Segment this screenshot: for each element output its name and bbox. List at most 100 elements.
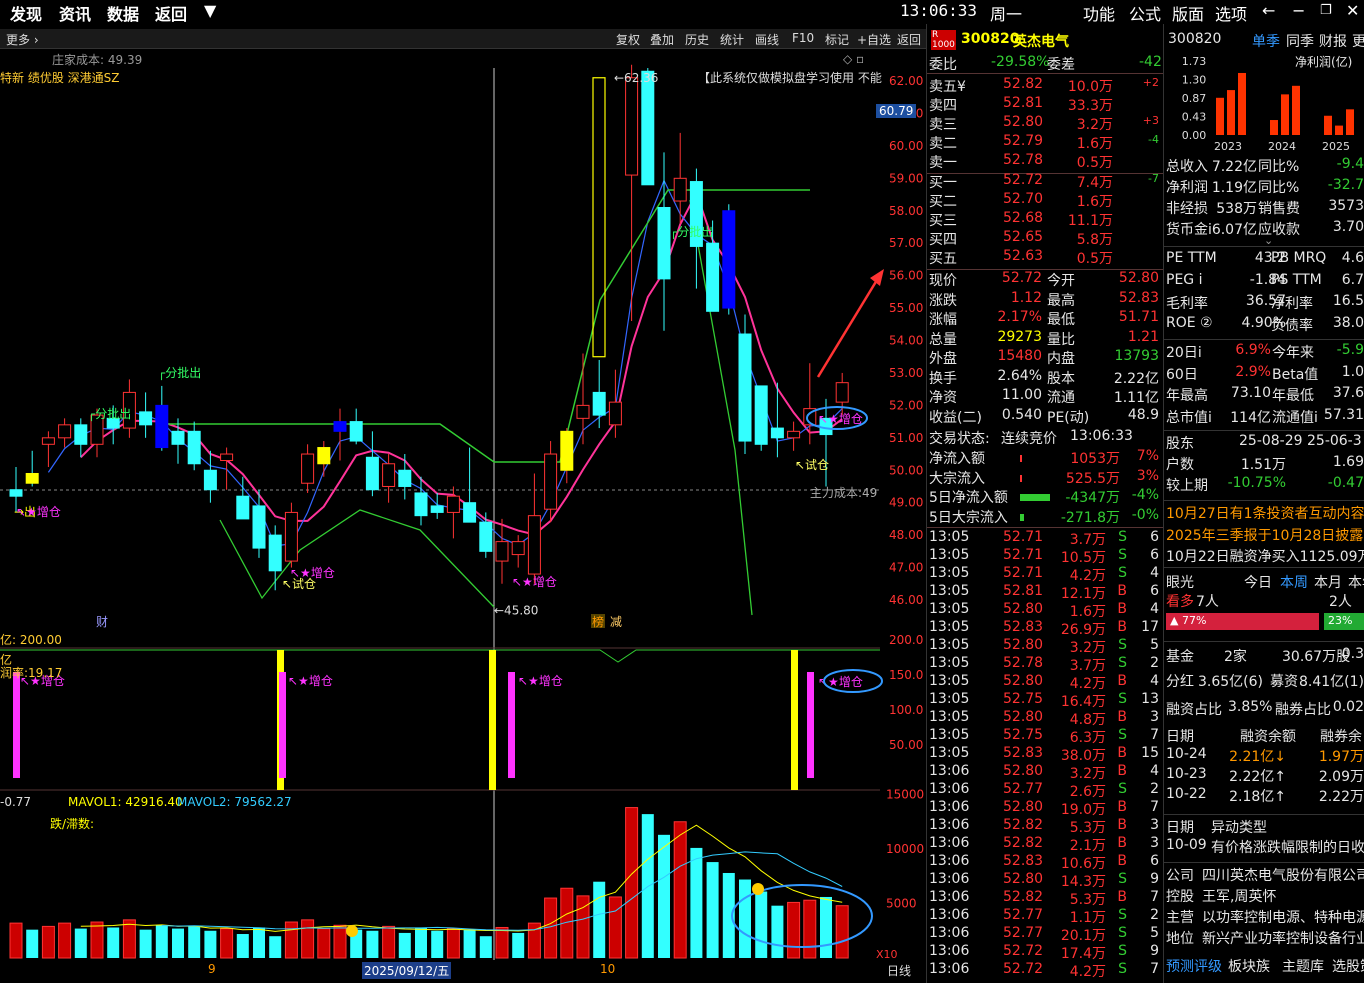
volume-bar — [26, 929, 39, 958]
volume-bar — [820, 896, 832, 958]
menu-faxian[interactable]: 发现 — [10, 1, 42, 25]
restore-icon[interactable]: ❐ — [1320, 3, 1332, 18]
candle-body — [41, 437, 55, 445]
bull-pct: ▲ 77% — [1170, 614, 1207, 627]
stat-row: 收益(二) 0.540 PE(动) 48.9 — [929, 406, 1159, 426]
more-button[interactable]: 更多 › — [6, 31, 39, 48]
dropdown-arrow-icon[interactable]: ▼ — [204, 1, 216, 20]
profit-y-tick: 0.43 — [1182, 111, 1207, 124]
tongji-button[interactable]: 统计 — [720, 31, 744, 48]
minimize-icon[interactable]: − — [1292, 1, 1305, 20]
indicator-bar-magenta — [508, 672, 515, 778]
period-label[interactable]: 日线 — [887, 962, 911, 979]
volume-bar — [593, 881, 606, 958]
stock-tags: 特新 绩优股 深港通SZ — [0, 71, 120, 85]
menu-banmian[interactable]: 版面 — [1172, 1, 1204, 25]
menu-shuju[interactable]: 数据 — [107, 1, 139, 25]
tick-row: 13:05 52.71 10.5万 S 6 — [929, 547, 1159, 566]
kline-chart[interactable]: 62.0061.0060.0059.0058.0057.0056.0055.00… — [0, 50, 926, 983]
valuation-row: PEG i -1.84 PS TTM 6.7 — [1166, 271, 1364, 288]
candle-body — [787, 430, 801, 439]
add-watchlist-button[interactable]: +自选 — [857, 31, 891, 48]
chart-back-button[interactable]: 返回 — [897, 31, 921, 48]
annotation-zengcang: ↖★增仓 — [512, 575, 557, 589]
top-menu-bar: 发现 资讯 数据 返回 ▼ 13:06:33 周一 功能 公式 版面 选项 ← … — [0, 0, 1364, 24]
clock-time: 13:06:33 — [900, 1, 978, 20]
menu-gongneng[interactable]: 功能 — [1083, 1, 1115, 25]
back-arrow-icon[interactable]: ← — [1262, 1, 1275, 20]
volume-bar — [544, 897, 558, 959]
candle-body — [349, 421, 363, 442]
ask-row: 卖一 52.78 0.5万 — [929, 152, 1113, 171]
candlestick-series — [9, 64, 849, 591]
volume-bar — [333, 924, 347, 959]
candle-body — [414, 492, 428, 517]
clock-weekday: 周一 — [990, 5, 1023, 24]
date-label-9: 9 — [208, 962, 216, 976]
margin-row: 10-22 2.18亿↑ 2.22万 — [1166, 786, 1364, 805]
volume-bar — [706, 862, 719, 958]
bid-row: 买四 52.65 5.8万 — [929, 229, 1113, 248]
marker-jian: 减 — [610, 615, 622, 629]
volume-bar — [9, 922, 23, 959]
volume-bar — [446, 928, 460, 959]
menu-gongshi[interactable]: 公式 — [1129, 1, 1161, 25]
tick-row: 13:06 52.82 5.3万 B 7 — [929, 889, 1159, 908]
stat-row: 总量 29273 量比 1.21 — [929, 328, 1159, 348]
profit-year-label: 2023 — [1214, 140, 1242, 152]
volume-bar — [495, 926, 509, 959]
biaoji-button[interactable]: 标记 — [825, 31, 849, 48]
mavol1-label: MAVOL1: 42916.40 — [68, 795, 183, 809]
volume-bar — [755, 891, 768, 958]
stat-row: 涨跌 1.12 最高 52.83 — [929, 289, 1159, 309]
ind-zengcang-3: ↖★增仓 — [518, 674, 563, 688]
annotation-zengcang: ↖★增仓 — [818, 412, 863, 426]
candle-body — [139, 411, 153, 426]
stat-row: 涨幅 2.17% 最低 51.71 — [929, 309, 1159, 328]
profit-bar — [1216, 97, 1224, 135]
volume-bar — [608, 896, 622, 959]
performance-row: 总市值i 114亿 流通值i 57.31 — [1166, 406, 1364, 426]
diamond-icon[interactable]: ◇ ▫ — [843, 52, 864, 66]
ask-row: 卖五¥ 52.82 10.0万 +2 — [929, 76, 1159, 95]
fuquan-button[interactable]: 复权 — [616, 31, 640, 48]
tick-row: 13:06 52.80 14.3万 S 9 — [929, 871, 1159, 890]
volume-bar — [90, 921, 104, 959]
candle-body — [236, 495, 250, 520]
tab-danji[interactable]: 单季 — [1252, 31, 1280, 51]
tick-row: 13:05 52.78 3.7万 S 2 — [929, 655, 1159, 674]
profit-bar — [1281, 94, 1289, 135]
bid-row: 买五 52.63 0.5万 — [929, 248, 1113, 267]
valuation-row: PE TTM 43.2 PB MRQ 4.6 — [1166, 250, 1364, 266]
volume-bar — [658, 834, 670, 958]
tab-gengduo[interactable]: 更多 — [1352, 31, 1364, 51]
candle-body — [738, 333, 752, 442]
volume-bar — [317, 928, 331, 959]
huaxian-button[interactable]: 画线 — [755, 31, 779, 48]
diejia-button[interactable]: 叠加 — [650, 31, 674, 48]
ask-row: 卖三 52.80 3.2万 +3 — [929, 114, 1159, 133]
tab-caibao[interactable]: 财报 — [1319, 31, 1347, 51]
date-label-cursor: 2025/09/12/五 — [362, 962, 452, 979]
volume-bar — [835, 905, 849, 959]
volume-tick-label: 15000 — [886, 788, 924, 802]
volume-bar — [803, 899, 817, 959]
trade-status-label: 交易状态: — [929, 431, 990, 447]
volume-bar — [41, 925, 55, 959]
tick-row: 13:05 52.83 38.0万 B 15 — [929, 745, 1159, 764]
volume-bar — [236, 934, 249, 958]
lishi-button[interactable]: 历史 — [685, 31, 709, 48]
menu-zixun[interactable]: 资讯 — [59, 1, 91, 25]
menu-xuanxiang[interactable]: 选项 — [1215, 1, 1247, 25]
price-tick-label: 57.00 — [889, 236, 923, 250]
menu-fanhui[interactable]: 返回 — [155, 1, 187, 25]
profit-year-label: 2024 — [1268, 140, 1296, 152]
volume-bar — [188, 926, 201, 958]
close-icon[interactable]: ✕ — [1346, 1, 1359, 20]
price-tick-label: 49.00 — [889, 496, 923, 510]
profit-bar — [1270, 120, 1278, 135]
f10-button[interactable]: F10 — [792, 31, 814, 45]
profit-bar — [1346, 109, 1354, 135]
tab-tongji[interactable]: 同季 — [1286, 31, 1314, 51]
profit-bar — [1238, 72, 1246, 135]
